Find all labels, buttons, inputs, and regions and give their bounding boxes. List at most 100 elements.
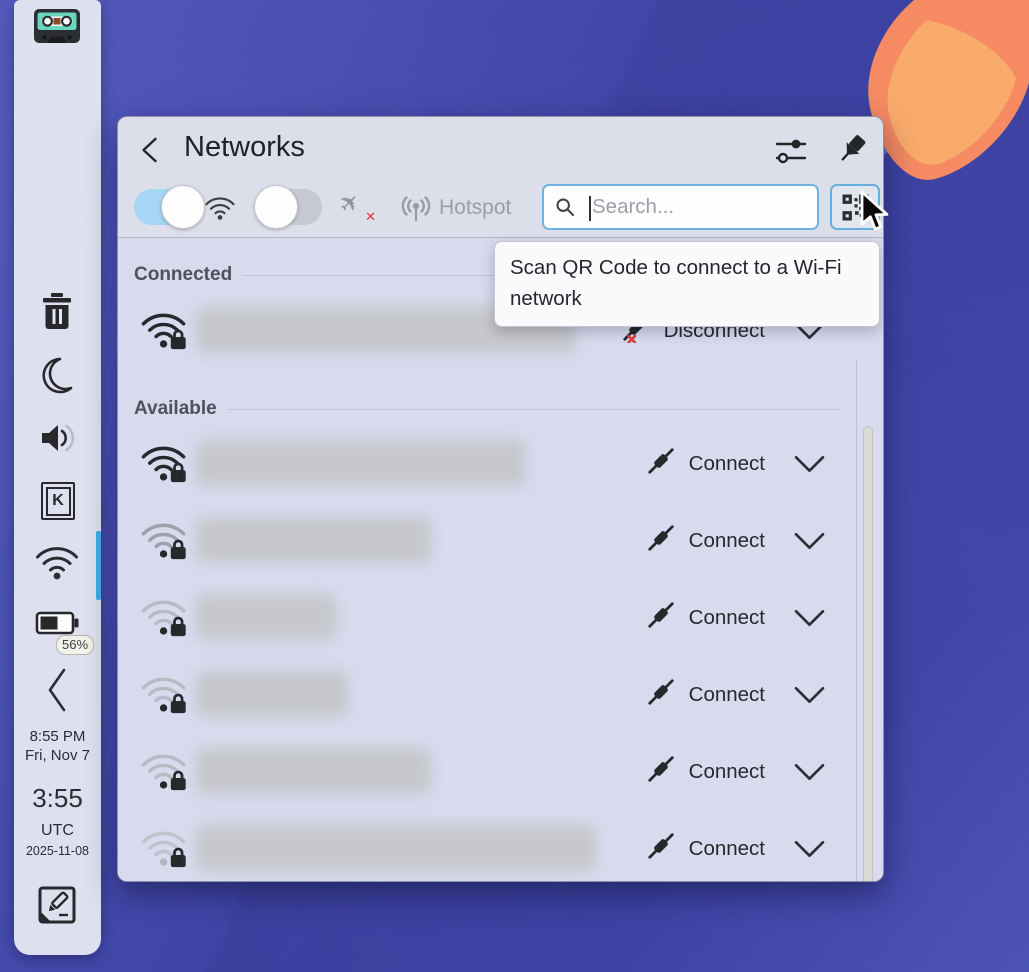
- connect-button[interactable]: Connect: [646, 733, 765, 810]
- network-row[interactable]: Connect: [118, 810, 883, 882]
- night-light-button[interactable]: [38, 356, 76, 398]
- search-field[interactable]: [542, 184, 819, 230]
- toolbar-divider: [118, 237, 883, 238]
- pin-button[interactable]: [836, 132, 870, 168]
- popup-title: Networks: [184, 131, 305, 164]
- battery-tray-button[interactable]: [35, 610, 79, 636]
- plug-icon: [646, 831, 676, 866]
- airplane-mode-toggle[interactable]: [258, 189, 322, 225]
- taskbar-panel: K 56% 8:55 PM Fri, Nov 7 3:55 UTC 2025-1…: [14, 0, 101, 955]
- connect-button[interactable]: Connect: [646, 579, 765, 656]
- search-input[interactable]: [584, 188, 812, 226]
- wifi-signal-icon: [140, 306, 194, 357]
- k-app-button[interactable]: K: [41, 482, 75, 520]
- plug-icon: [646, 677, 676, 712]
- back-chevron-icon: [138, 136, 162, 164]
- wifi-toggle[interactable]: [134, 189, 198, 225]
- plug-icon: [646, 446, 676, 481]
- network-list-area: Connected Disconnect Available: [118, 238, 883, 881]
- wifi-signal-icon: [140, 824, 194, 875]
- available-list: Connect Connect: [118, 425, 883, 882]
- wifi-signal-icon: [140, 439, 194, 490]
- plug-icon: [646, 523, 676, 558]
- network-name-redacted: [196, 517, 431, 563]
- network-action-label: Connect: [689, 529, 765, 553]
- network-action-label: Connect: [689, 452, 765, 476]
- trash-icon: [40, 292, 74, 330]
- k-app-icon: K: [41, 482, 75, 520]
- configure-button[interactable]: [773, 134, 809, 168]
- utc-time: 3:55: [14, 783, 101, 813]
- qr-button-tooltip: Scan QR Code to connect to a Wi-Fi netwo…: [494, 241, 880, 327]
- connect-button[interactable]: Connect: [646, 425, 765, 502]
- panel-expander-button[interactable]: [42, 666, 72, 714]
- section-rule: [228, 409, 841, 410]
- wifi-signal-icon: [140, 670, 194, 721]
- connect-button[interactable]: Connect: [646, 810, 765, 882]
- network-tray-button[interactable]: [34, 541, 80, 581]
- airplane-disabled-x: ✕: [365, 209, 376, 225]
- battery-icon: [35, 610, 79, 636]
- network-action-label: Connect: [689, 837, 765, 861]
- network-row[interactable]: Connect: [118, 733, 883, 810]
- wifi-signal-icon: [140, 593, 194, 644]
- local-clock[interactable]: 8:55 PM Fri, Nov 7: [14, 727, 101, 765]
- chevron-down-icon[interactable]: [794, 840, 825, 863]
- configure-sliders-icon: [774, 135, 808, 167]
- hotspot-icon: [401, 193, 431, 223]
- hotspot-label: Hotspot: [439, 196, 511, 220]
- plug-icon: [646, 600, 676, 635]
- note-edit-icon: [36, 884, 78, 926]
- local-time: 8:55 PM: [14, 727, 101, 746]
- utc-clock[interactable]: 3:55 UTC 2025-11-08: [14, 783, 101, 859]
- mouse-cursor: [858, 190, 898, 234]
- connect-button[interactable]: Connect: [646, 502, 765, 579]
- wifi-signal-icon: [140, 516, 194, 567]
- wifi-toggle-icon: [204, 193, 236, 226]
- wifi-signal-icon: [140, 747, 194, 798]
- back-button[interactable]: [136, 134, 164, 166]
- wifi-toggle-knob: [161, 185, 205, 229]
- hotspot-button[interactable]: Hotspot: [401, 185, 511, 230]
- network-row[interactable]: Connect: [118, 502, 883, 579]
- chevron-down-icon[interactable]: [794, 532, 825, 555]
- cassette-launcher-button[interactable]: [33, 6, 81, 46]
- network-name-redacted: [196, 594, 336, 640]
- utc-zone: UTC: [14, 821, 101, 841]
- network-row[interactable]: Connect: [118, 425, 883, 502]
- volume-button[interactable]: [37, 418, 77, 458]
- chevron-down-icon[interactable]: [794, 686, 825, 709]
- available-label: Available: [134, 398, 217, 420]
- connect-button[interactable]: Connect: [646, 656, 765, 733]
- network-name-redacted: [196, 671, 348, 717]
- network-row[interactable]: Connect: [118, 656, 883, 733]
- local-date: Fri, Nov 7: [14, 746, 101, 765]
- airplane-mode-icon: ✈✕: [340, 189, 374, 225]
- network-name-redacted: [196, 440, 526, 486]
- k-letter: K: [52, 492, 64, 510]
- active-task-indicator: [96, 531, 101, 600]
- network-action-label: Connect: [689, 606, 765, 630]
- moon-icon: [38, 356, 76, 398]
- network-action-label: Connect: [689, 683, 765, 707]
- chevron-down-icon[interactable]: [794, 609, 825, 632]
- chevron-left-icon: [42, 666, 72, 714]
- available-section-header: Available: [118, 398, 883, 422]
- scrollbar-thumb[interactable]: [863, 426, 873, 882]
- cassette-icon: [33, 6, 81, 46]
- chevron-down-icon[interactable]: [794, 763, 825, 786]
- trash-button[interactable]: [40, 292, 74, 330]
- wifi-icon: [34, 541, 80, 581]
- scrollbar-track: [856, 359, 857, 881]
- networks-popup: Networks: [117, 116, 884, 882]
- battery-percentage-badge: 56%: [56, 635, 94, 655]
- airplane-toggle-knob: [254, 185, 298, 229]
- network-row[interactable]: Connect: [118, 579, 883, 656]
- popup-header: Networks: [118, 117, 883, 238]
- notes-button[interactable]: [36, 884, 78, 926]
- speaker-icon: [37, 418, 77, 458]
- network-name-redacted: [196, 825, 596, 871]
- search-icon: [555, 197, 575, 217]
- network-action-label: Connect: [689, 760, 765, 784]
- chevron-down-icon[interactable]: [794, 455, 825, 478]
